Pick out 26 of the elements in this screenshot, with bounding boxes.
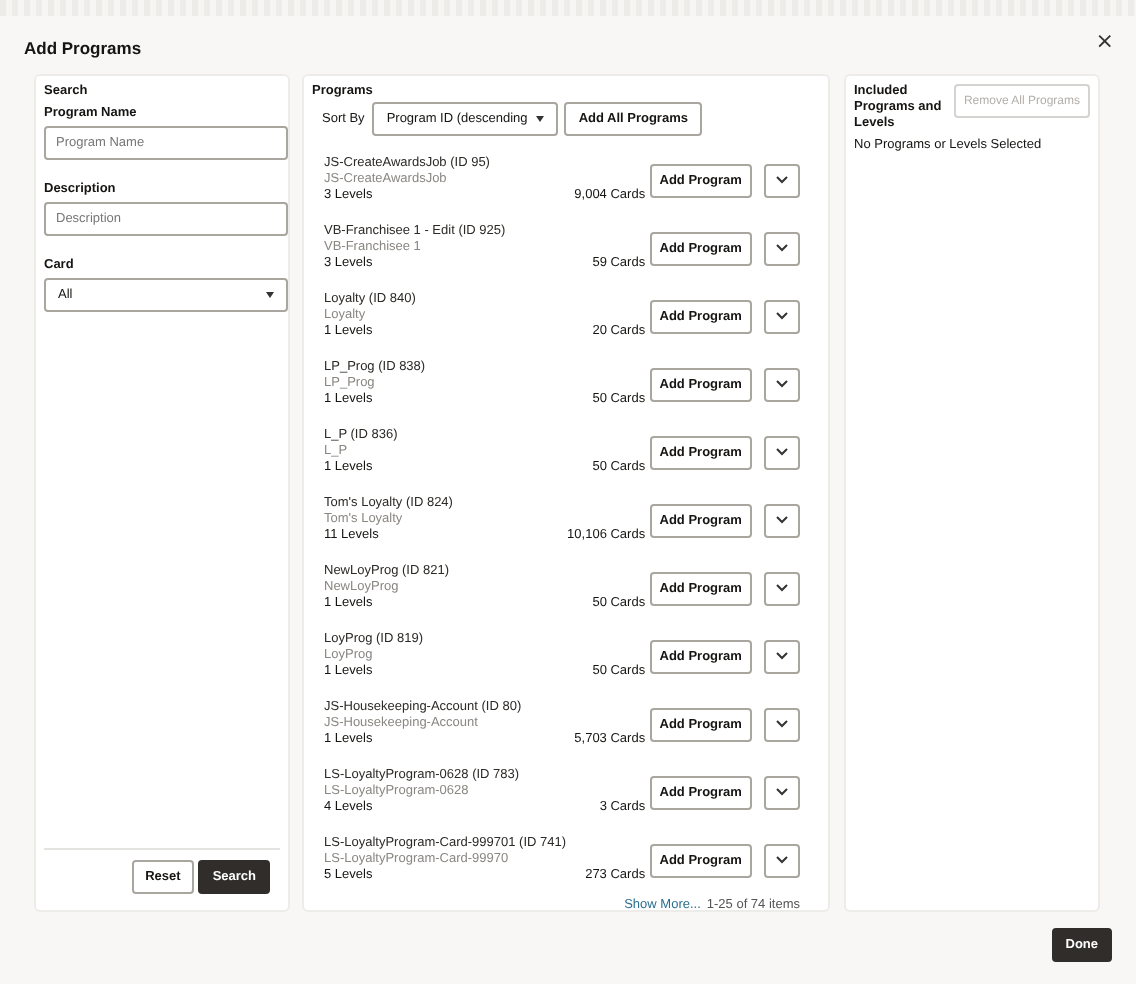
expand-button[interactable] bbox=[764, 231, 800, 265]
chevron-down-icon bbox=[776, 788, 789, 796]
chevron-down-icon bbox=[776, 652, 789, 660]
caret-icon bbox=[536, 116, 545, 122]
expand-button[interactable] bbox=[764, 299, 800, 333]
chevron-down-icon bbox=[776, 856, 789, 864]
expand-button[interactable] bbox=[764, 639, 800, 673]
chevron-down-icon bbox=[776, 516, 789, 524]
dialog-title: Add Programs bbox=[24, 37, 142, 57]
chevron-down-icon bbox=[776, 244, 789, 252]
expand-button[interactable] bbox=[764, 843, 800, 877]
expand-button[interactable] bbox=[764, 367, 800, 401]
expand-button[interactable] bbox=[764, 775, 800, 809]
chevron-down-icon bbox=[776, 448, 789, 456]
chevron-down-icon bbox=[776, 584, 789, 592]
expand-button[interactable] bbox=[764, 435, 800, 469]
expand-button[interactable] bbox=[764, 571, 800, 605]
expand-button[interactable] bbox=[764, 707, 800, 741]
expand-button[interactable] bbox=[764, 503, 800, 537]
chevron-down-icon bbox=[776, 176, 789, 184]
chevron-down-icon bbox=[776, 720, 789, 728]
expand-button[interactable] bbox=[764, 163, 800, 197]
caret-icon bbox=[266, 292, 274, 298]
close-button[interactable]: × bbox=[1091, 32, 1118, 52]
chevron-down-icon bbox=[776, 380, 789, 388]
chevron-down-icon bbox=[776, 312, 789, 320]
